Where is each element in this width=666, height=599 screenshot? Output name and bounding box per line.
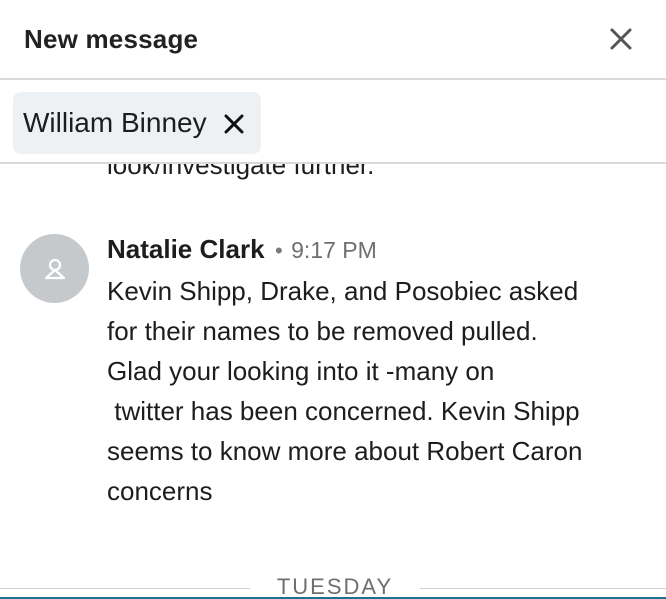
- message-time: 9:17 PM: [291, 237, 377, 263]
- recipient-bar[interactable]: William Binney: [0, 80, 666, 164]
- close-icon: [610, 28, 632, 50]
- recipient-chip[interactable]: William Binney: [13, 92, 261, 154]
- compose-title: New message: [24, 24, 199, 54]
- close-button[interactable]: [608, 26, 634, 52]
- message-line: Kevin Shipp, Drake, and Posobiec asked: [107, 276, 579, 306]
- message-line: seems to know more about Robert Caron: [107, 436, 583, 466]
- person-icon: [44, 258, 65, 279]
- header-separator: •: [274, 238, 283, 263]
- close-icon: [224, 114, 244, 134]
- message-header: Natalie Clark • 9:17 PM: [107, 234, 377, 265]
- message-line: concerns: [107, 476, 213, 506]
- message-line: Glad your looking into it -many on: [107, 356, 495, 386]
- recipient-name: William Binney: [23, 107, 207, 138]
- message-thread[interactable]: look/investigate further. Natalie Clark …: [0, 164, 666, 599]
- message-line: for their names to be removed pulled.: [107, 316, 538, 346]
- separator-line: [0, 588, 250, 589]
- separator-line: [420, 588, 666, 589]
- message-body: Kevin Shipp, Drake, and Posobiec asked f…: [107, 271, 647, 511]
- day-label: TUESDAY: [276, 574, 394, 599]
- remove-recipient-button[interactable]: [223, 110, 245, 134]
- avatar[interactable]: [20, 234, 89, 303]
- message-line: twitter has been concerned. Kevin Shipp: [107, 396, 580, 426]
- compose-header: New message: [0, 0, 666, 80]
- sender-name[interactable]: Natalie Clark: [107, 234, 265, 264]
- day-separator: TUESDAY: [0, 574, 666, 599]
- previous-message-fragment: look/investigate further.: [107, 164, 375, 180]
